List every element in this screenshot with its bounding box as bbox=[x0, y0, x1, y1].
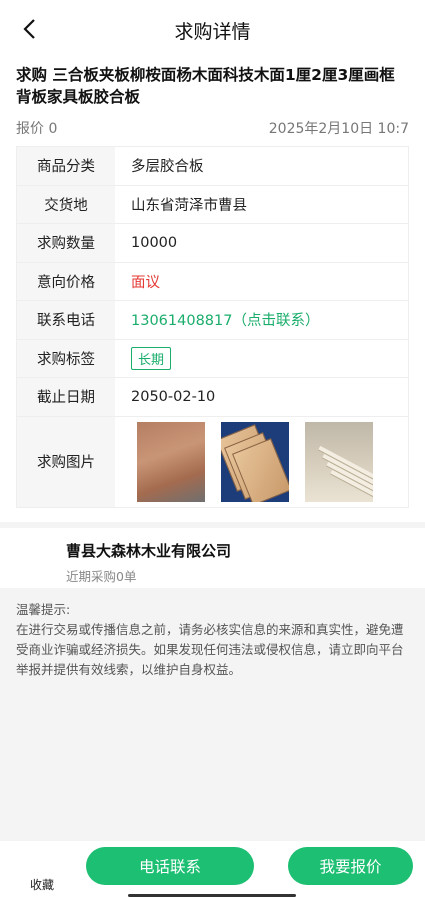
tips-body: 在进行交易或传播信息之前，请务必核实信息的来源和真实性，避免遭受商业诈骗或经济损… bbox=[16, 621, 404, 677]
company-recent-purchases: 近期采购0单 bbox=[66, 568, 137, 584]
company-card[interactable]: 曹县大森林木业有限公司 近期采购0单 bbox=[0, 527, 425, 588]
deadline-value: 2050-02-10 bbox=[131, 388, 216, 405]
images-label: 求购图片 bbox=[17, 416, 115, 507]
bottom-bar: 收藏 电话联系 我要报价 bbox=[0, 841, 425, 897]
table-row: 求购标签 长期 bbox=[17, 339, 408, 378]
page-title: 求购详情 bbox=[174, 20, 251, 43]
tag-badge: 长期 bbox=[131, 346, 172, 370]
favorite-button[interactable]: 收藏 bbox=[30, 876, 54, 893]
quote-count: 报价 0 bbox=[16, 121, 58, 137]
quantity-value: 10000 bbox=[131, 234, 178, 251]
table-row: 联系电话 13061408817（点击联系） bbox=[17, 301, 408, 340]
product-image-2[interactable] bbox=[221, 421, 289, 502]
purchase-detail-page: 求购详情 求购 三合板夹板柳桉面杨木面科技木面1厘2厘3厘画框背板家具板胶合板 … bbox=[0, 0, 425, 897]
product-meta: 报价 0 2025年2月10日 10:7 bbox=[16, 118, 409, 138]
warm-tips: 温馨提示: 在进行交易或传播信息之前，请务必核实信息的来源和真实性，避免遭受商业… bbox=[0, 588, 425, 692]
table-row: 意向价格 面议 bbox=[17, 262, 408, 301]
table-row: 求购图片 bbox=[17, 416, 408, 507]
call-button[interactable]: 电话联系 bbox=[86, 847, 254, 885]
place-value: 山东省菏泽市曹县 bbox=[131, 197, 247, 214]
category-label: 商品分类 bbox=[17, 147, 115, 185]
back-icon[interactable] bbox=[14, 14, 44, 44]
tag-label: 求购标签 bbox=[17, 339, 115, 377]
price-label: 意向价格 bbox=[17, 262, 115, 300]
table-row: 截止日期 2050-02-10 bbox=[17, 378, 408, 417]
deadline-label: 截止日期 bbox=[17, 378, 115, 416]
publish-date: 2025年2月10日 10:7 bbox=[268, 121, 409, 137]
product-title: 求购 三合板夹板柳桉面杨木面科技木面1厘2厘3厘画框背板家具板胶合板 bbox=[16, 66, 395, 106]
phone-label: 联系电话 bbox=[17, 301, 115, 339]
quantity-label: 求购数量 bbox=[17, 224, 115, 262]
quote-button[interactable]: 我要报价 bbox=[288, 847, 413, 885]
company-name: 曹县大森林木业有限公司 bbox=[66, 541, 232, 560]
price-value: 面议 bbox=[131, 274, 160, 291]
place-label: 交货地 bbox=[17, 185, 115, 223]
category-value: 多层胶合板 bbox=[131, 159, 204, 176]
product-image-3[interactable] bbox=[305, 421, 373, 502]
table-row: 求购数量 10000 bbox=[17, 224, 408, 263]
product-image-1[interactable] bbox=[137, 421, 205, 502]
header: 求购详情 bbox=[0, 0, 425, 60]
table-row: 交货地 山东省菏泽市曹县 bbox=[17, 185, 408, 224]
detail-table: 商品分类 多层胶合板 交货地 山东省菏泽市曹县 求购数量 10000 意向价格 … bbox=[16, 146, 409, 508]
table-row: 商品分类 多层胶合板 bbox=[17, 147, 408, 186]
phone-link[interactable]: 13061408817（点击联系） bbox=[115, 301, 408, 339]
image-gallery bbox=[115, 417, 408, 507]
product-card: 求购 三合板夹板柳桉面杨木面科技木面1厘2厘3厘画框背板家具板胶合板 报价 0 … bbox=[0, 60, 425, 522]
tips-title: 温馨提示: bbox=[16, 601, 71, 617]
tag-cell: 长期 bbox=[115, 340, 408, 378]
